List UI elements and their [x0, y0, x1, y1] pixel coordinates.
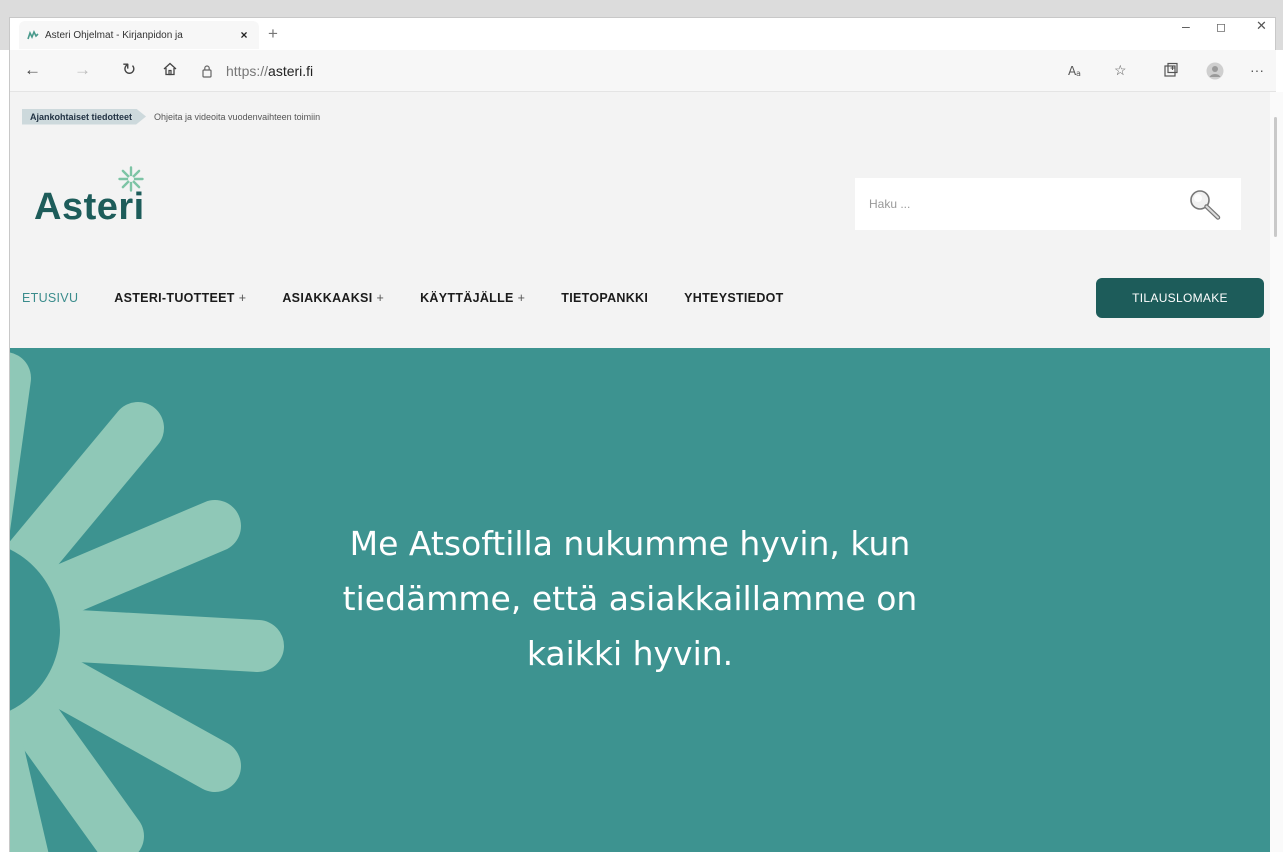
- nav-label: ASTERI-TUOTTEET: [114, 291, 235, 305]
- read-aloud-icon[interactable]: Aa: [1068, 62, 1084, 81]
- refresh-icon[interactable]: ↻: [122, 61, 136, 79]
- nav-item-etusivu[interactable]: ETUSIVU: [22, 291, 78, 305]
- search-box: [855, 178, 1241, 230]
- back-icon[interactable]: ←: [24, 61, 41, 79]
- profile-icon[interactable]: [1206, 62, 1224, 83]
- nav-label: YHTEYSTIEDOT: [684, 291, 784, 305]
- home-icon[interactable]: [162, 61, 178, 81]
- web-page: Ajankohtaiset tiedotteet Ohjeita ja vide…: [10, 92, 1270, 852]
- search-input[interactable]: [869, 197, 1169, 211]
- tab-close-icon[interactable]: ×: [237, 28, 251, 42]
- asteri-logo[interactable]: Asteri: [34, 166, 194, 241]
- maximize-button[interactable]: ◻: [1216, 20, 1226, 34]
- news-badge[interactable]: Ajankohtaiset tiedotteet: [22, 108, 147, 125]
- lock-icon: [202, 65, 212, 78]
- submenu-plus-icon[interactable]: +: [239, 291, 247, 305]
- collections-icon[interactable]: [1163, 62, 1179, 81]
- address-toolbar: ← → ↻ https://asteri.fi Aa ☆ ···: [10, 50, 1276, 92]
- order-form-button[interactable]: TILAUSLOMAKE: [1096, 278, 1264, 318]
- nav-item-asiakkaaksi[interactable]: ASIAKKAAKSI +: [282, 291, 384, 305]
- nav-label: ASIAKKAAKSI: [282, 291, 373, 305]
- scrollbar-thumb[interactable]: [1274, 117, 1277, 237]
- nav-item-tietopankki[interactable]: TIETOPANKKI: [561, 291, 648, 305]
- tab-title: Asteri Ohjelmat - Kirjanpidon ja: [45, 29, 183, 41]
- close-window-button[interactable]: ✕: [1256, 18, 1267, 34]
- hero-headline: Me Atsoftilla nukumme hyvin, kun tiedämm…: [342, 524, 918, 673]
- url-host: asteri.fi: [268, 63, 314, 79]
- news-text[interactable]: Ohjeita ja videoita vuodenvaihteen toimi…: [154, 112, 320, 122]
- news-notice-bar: Ajankohtaiset tiedotteet Ohjeita ja vide…: [22, 108, 320, 125]
- nav-item-asteri-tuotteet[interactable]: ASTERI-TUOTTEET +: [114, 291, 246, 305]
- minimize-button[interactable]: –: [1182, 18, 1190, 34]
- forward-icon[interactable]: →: [74, 61, 91, 79]
- url-field[interactable]: https://asteri.fi: [200, 57, 1060, 85]
- browser-tab[interactable]: Asteri Ohjelmat - Kirjanpidon ja ×: [19, 21, 259, 49]
- nav-item-kayttajalle[interactable]: KÄYTTÄJÄLLE +: [420, 291, 525, 305]
- nav-label: KÄYTTÄJÄLLE: [420, 291, 514, 305]
- favorites-icon[interactable]: ☆: [1114, 62, 1127, 79]
- more-icon[interactable]: ···: [1250, 62, 1264, 78]
- url-protocol: https://: [226, 63, 269, 79]
- main-navigation: ETUSIVU ASTERI-TUOTTEET + ASIAKKAAKSI + KÄ…: [22, 284, 820, 312]
- submenu-plus-icon[interactable]: +: [376, 291, 384, 305]
- page-scrollbar[interactable]: [1270, 92, 1283, 852]
- favicon-icon: [27, 30, 39, 40]
- nav-label: TIETOPANKKI: [561, 291, 649, 305]
- logo-text: Asteri: [34, 186, 145, 228]
- flower-decoration-icon: [10, 352, 284, 852]
- hero-banner: Me Atsoftilla nukumme hyvin, kun tiedämm…: [10, 348, 1270, 852]
- search-icon[interactable]: [1187, 188, 1223, 222]
- nav-item-yhteystiedot[interactable]: YHTEYSTIEDOT: [684, 291, 783, 305]
- submenu-plus-icon[interactable]: +: [518, 291, 526, 305]
- new-tab-button[interactable]: +: [268, 24, 278, 44]
- nav-label: ETUSIVU: [22, 291, 79, 305]
- svg-text:a: a: [1076, 69, 1081, 78]
